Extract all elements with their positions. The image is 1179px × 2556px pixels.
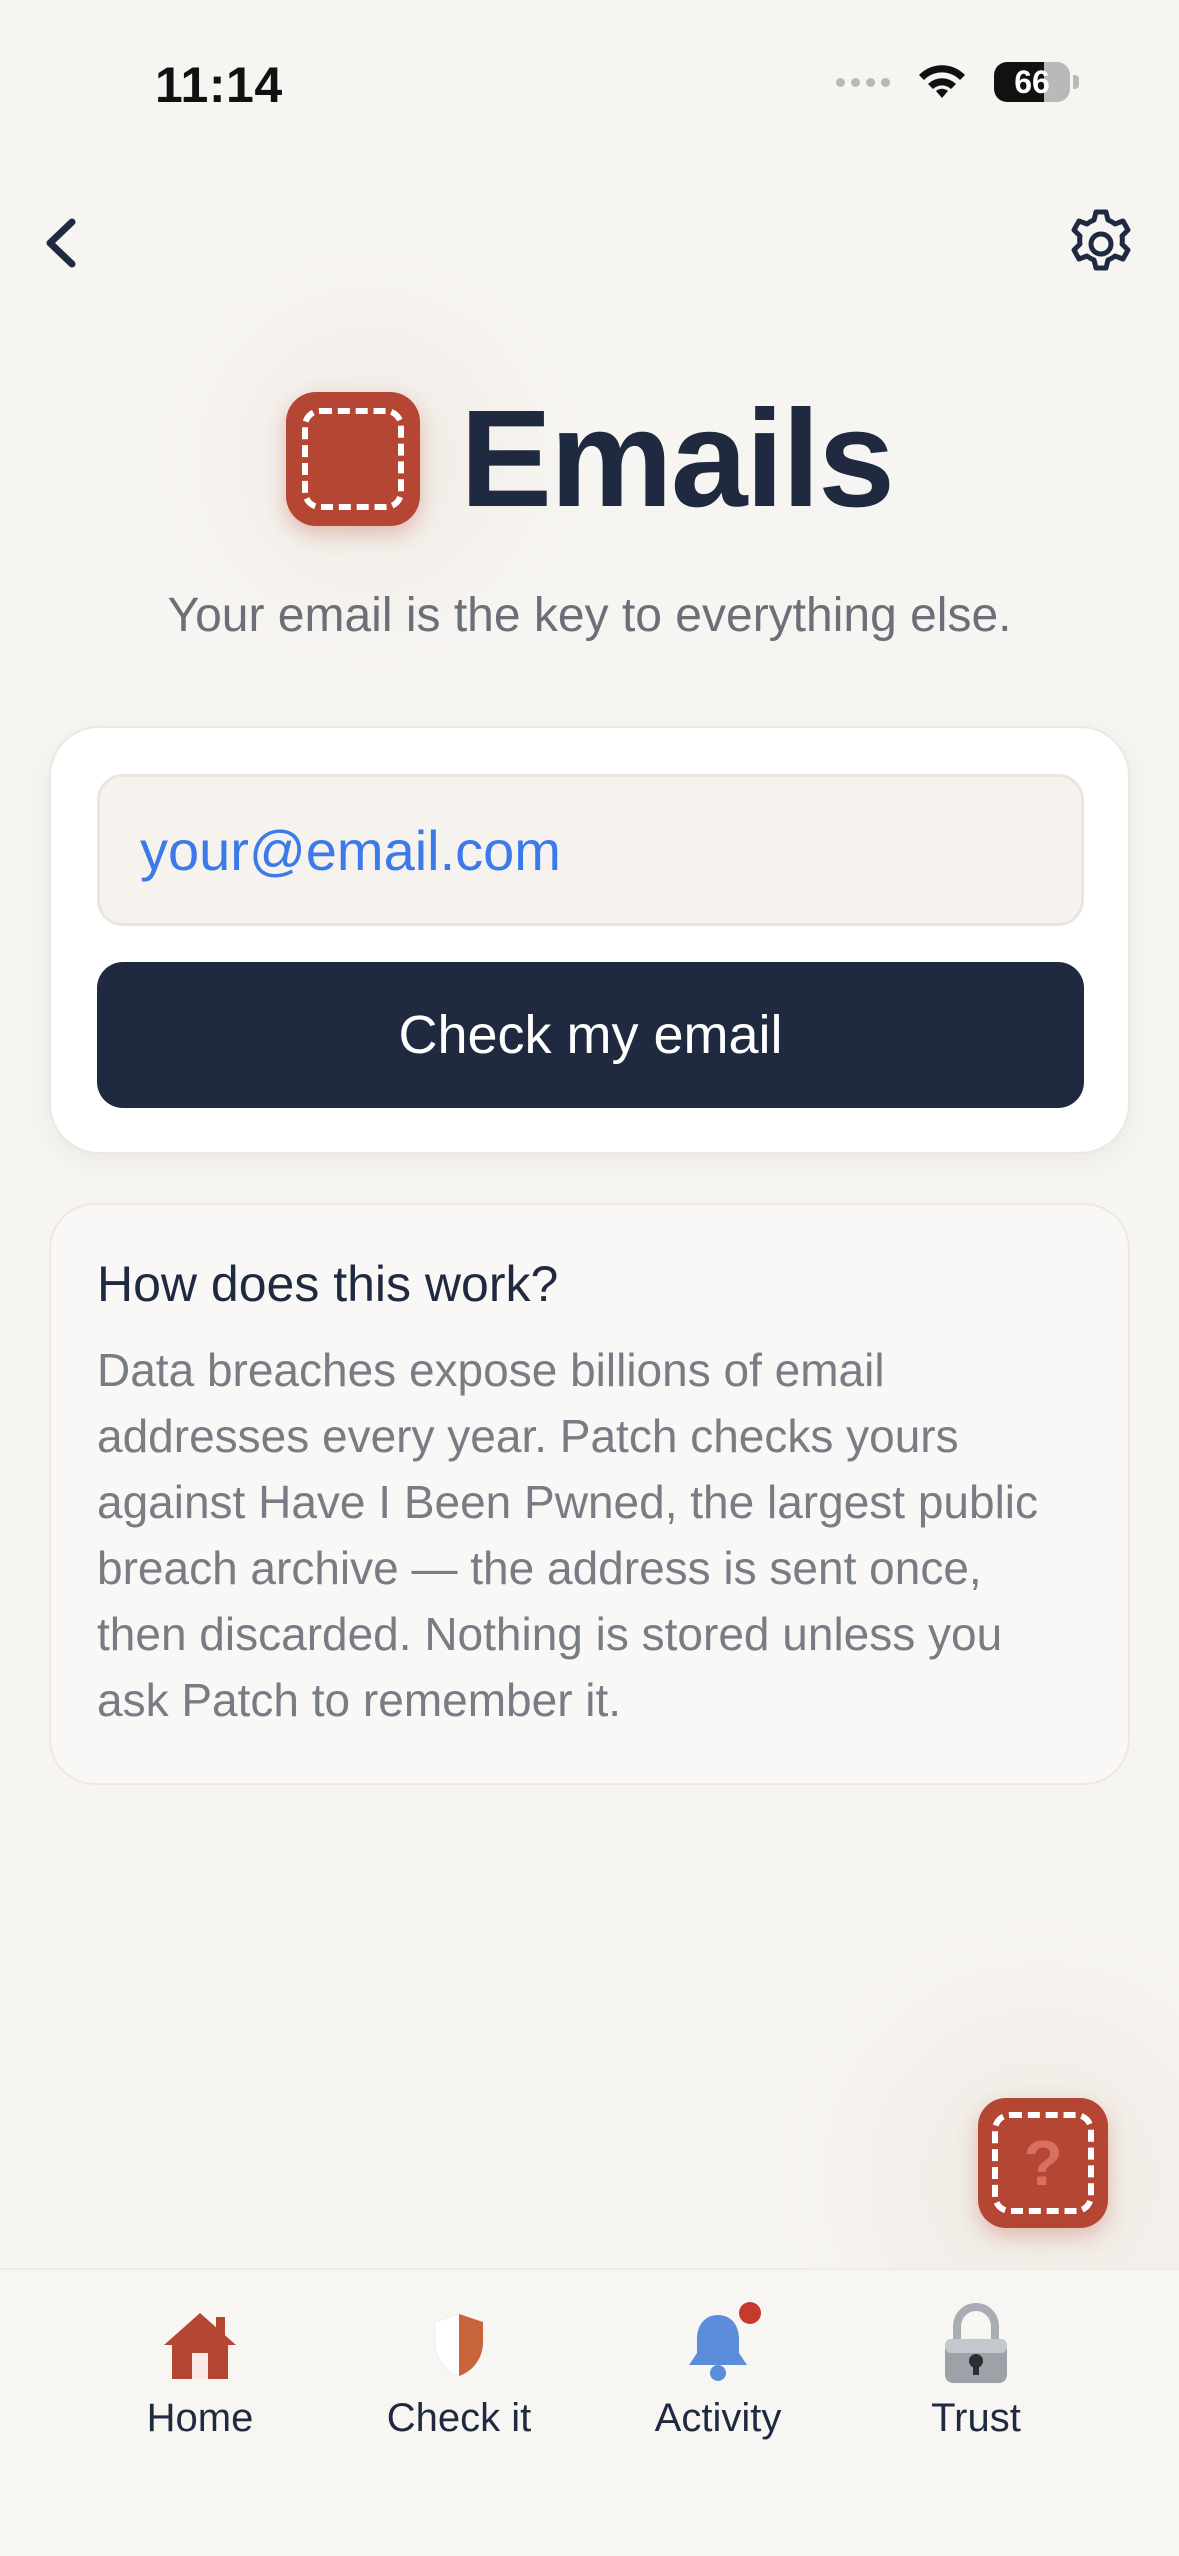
back-button[interactable] <box>36 210 88 276</box>
tab-trust[interactable]: Trust <box>866 2300 1086 2441</box>
battery-percent: 66 <box>1014 63 1050 100</box>
tab-label-trust: Trust <box>931 2396 1021 2440</box>
battery-icon: 66 <box>994 62 1070 102</box>
patch-badge-icon <box>286 392 421 526</box>
tab-check-it[interactable]: Check it <box>349 2300 569 2441</box>
chevron-left-icon <box>46 218 76 268</box>
cellular-signal-icon <box>836 77 890 87</box>
help-button[interactable]: ? <box>978 2098 1108 2228</box>
info-body: Data breaches expose billions of email a… <box>97 1344 1039 1726</box>
page-title: Emails <box>460 382 895 536</box>
tab-label-check-it: Check it <box>386 2396 532 2440</box>
tab-label-activity: Activity <box>654 2396 782 2440</box>
wifi-icon <box>919 65 965 98</box>
bell-icon <box>673 2300 763 2390</box>
how-it-works-card: How does this work? Data breaches expose… <box>49 1203 1130 1785</box>
house-icon <box>155 2300 245 2390</box>
emails-screen: 11:14 66 Emails Your email is the key to… <box>0 0 1179 2556</box>
page-subtitle: Your email is the key to everything else… <box>167 589 1012 642</box>
padlock-icon <box>931 2300 1021 2390</box>
question-mark-icon: ? <box>1023 2127 1063 2199</box>
tab-label-home: Home <box>146 2396 254 2440</box>
tab-home[interactable]: Home <box>90 2300 310 2441</box>
status-indicators: 66 <box>836 62 1079 102</box>
hero-header: Emails <box>0 390 1179 528</box>
settings-button[interactable] <box>1063 206 1139 282</box>
status-time: 11:14 <box>155 57 283 113</box>
battery-cap <box>1073 75 1079 89</box>
email-input[interactable] <box>97 774 1084 926</box>
tab-activity[interactable]: Activity <box>608 2300 828 2441</box>
tab-bar: Home Check it Activity Trust <box>0 2268 1179 2556</box>
info-title: How does this work? <box>97 1256 559 1312</box>
check-email-button[interactable]: Check my email <box>97 962 1084 1108</box>
shield-icon <box>414 2300 504 2390</box>
notification-dot <box>739 2302 761 2324</box>
email-check-card: Check my email <box>49 726 1130 1154</box>
battery-indicator: 66 <box>994 62 1079 102</box>
gear-icon <box>1071 209 1131 271</box>
